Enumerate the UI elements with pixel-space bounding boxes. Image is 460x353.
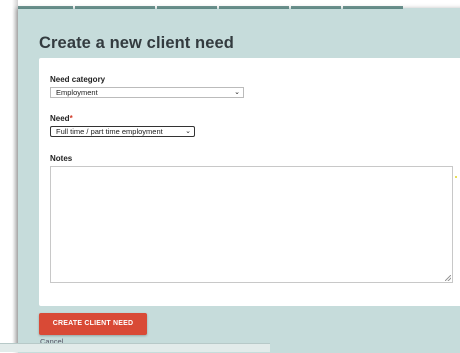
tab-indicator xyxy=(18,6,73,9)
decorative-dot xyxy=(455,176,457,178)
required-marker: * xyxy=(69,114,73,123)
need-select[interactable]: Full time / part time employment ⌄ xyxy=(50,126,195,137)
tab-indicator xyxy=(219,6,289,9)
need-label-text: Need xyxy=(50,114,70,123)
tab-indicator xyxy=(157,6,217,9)
need-category-value: Employment xyxy=(56,88,98,97)
chevron-down-icon: ⌄ xyxy=(234,89,240,96)
resize-grip-icon[interactable] xyxy=(445,275,451,281)
need-category-label: Need category xyxy=(50,75,106,84)
need-label: Need* xyxy=(50,114,73,123)
top-tab-strip xyxy=(18,6,460,9)
tab-indicator xyxy=(343,6,403,9)
page: Create a new client need Need category E… xyxy=(0,0,460,353)
notes-label: Notes xyxy=(50,154,73,163)
chevron-down-icon: ⌄ xyxy=(185,128,191,135)
tab-indicator xyxy=(291,6,341,9)
create-client-need-button[interactable]: CREATE CLIENT NEED xyxy=(39,313,147,335)
notes-textarea[interactable] xyxy=(50,166,453,283)
need-category-select[interactable]: Employment ⌄ xyxy=(50,87,244,98)
need-value: Full time / part time employment xyxy=(56,127,163,136)
page-title: Create a new client need xyxy=(39,34,234,52)
tab-indicator xyxy=(75,6,155,9)
